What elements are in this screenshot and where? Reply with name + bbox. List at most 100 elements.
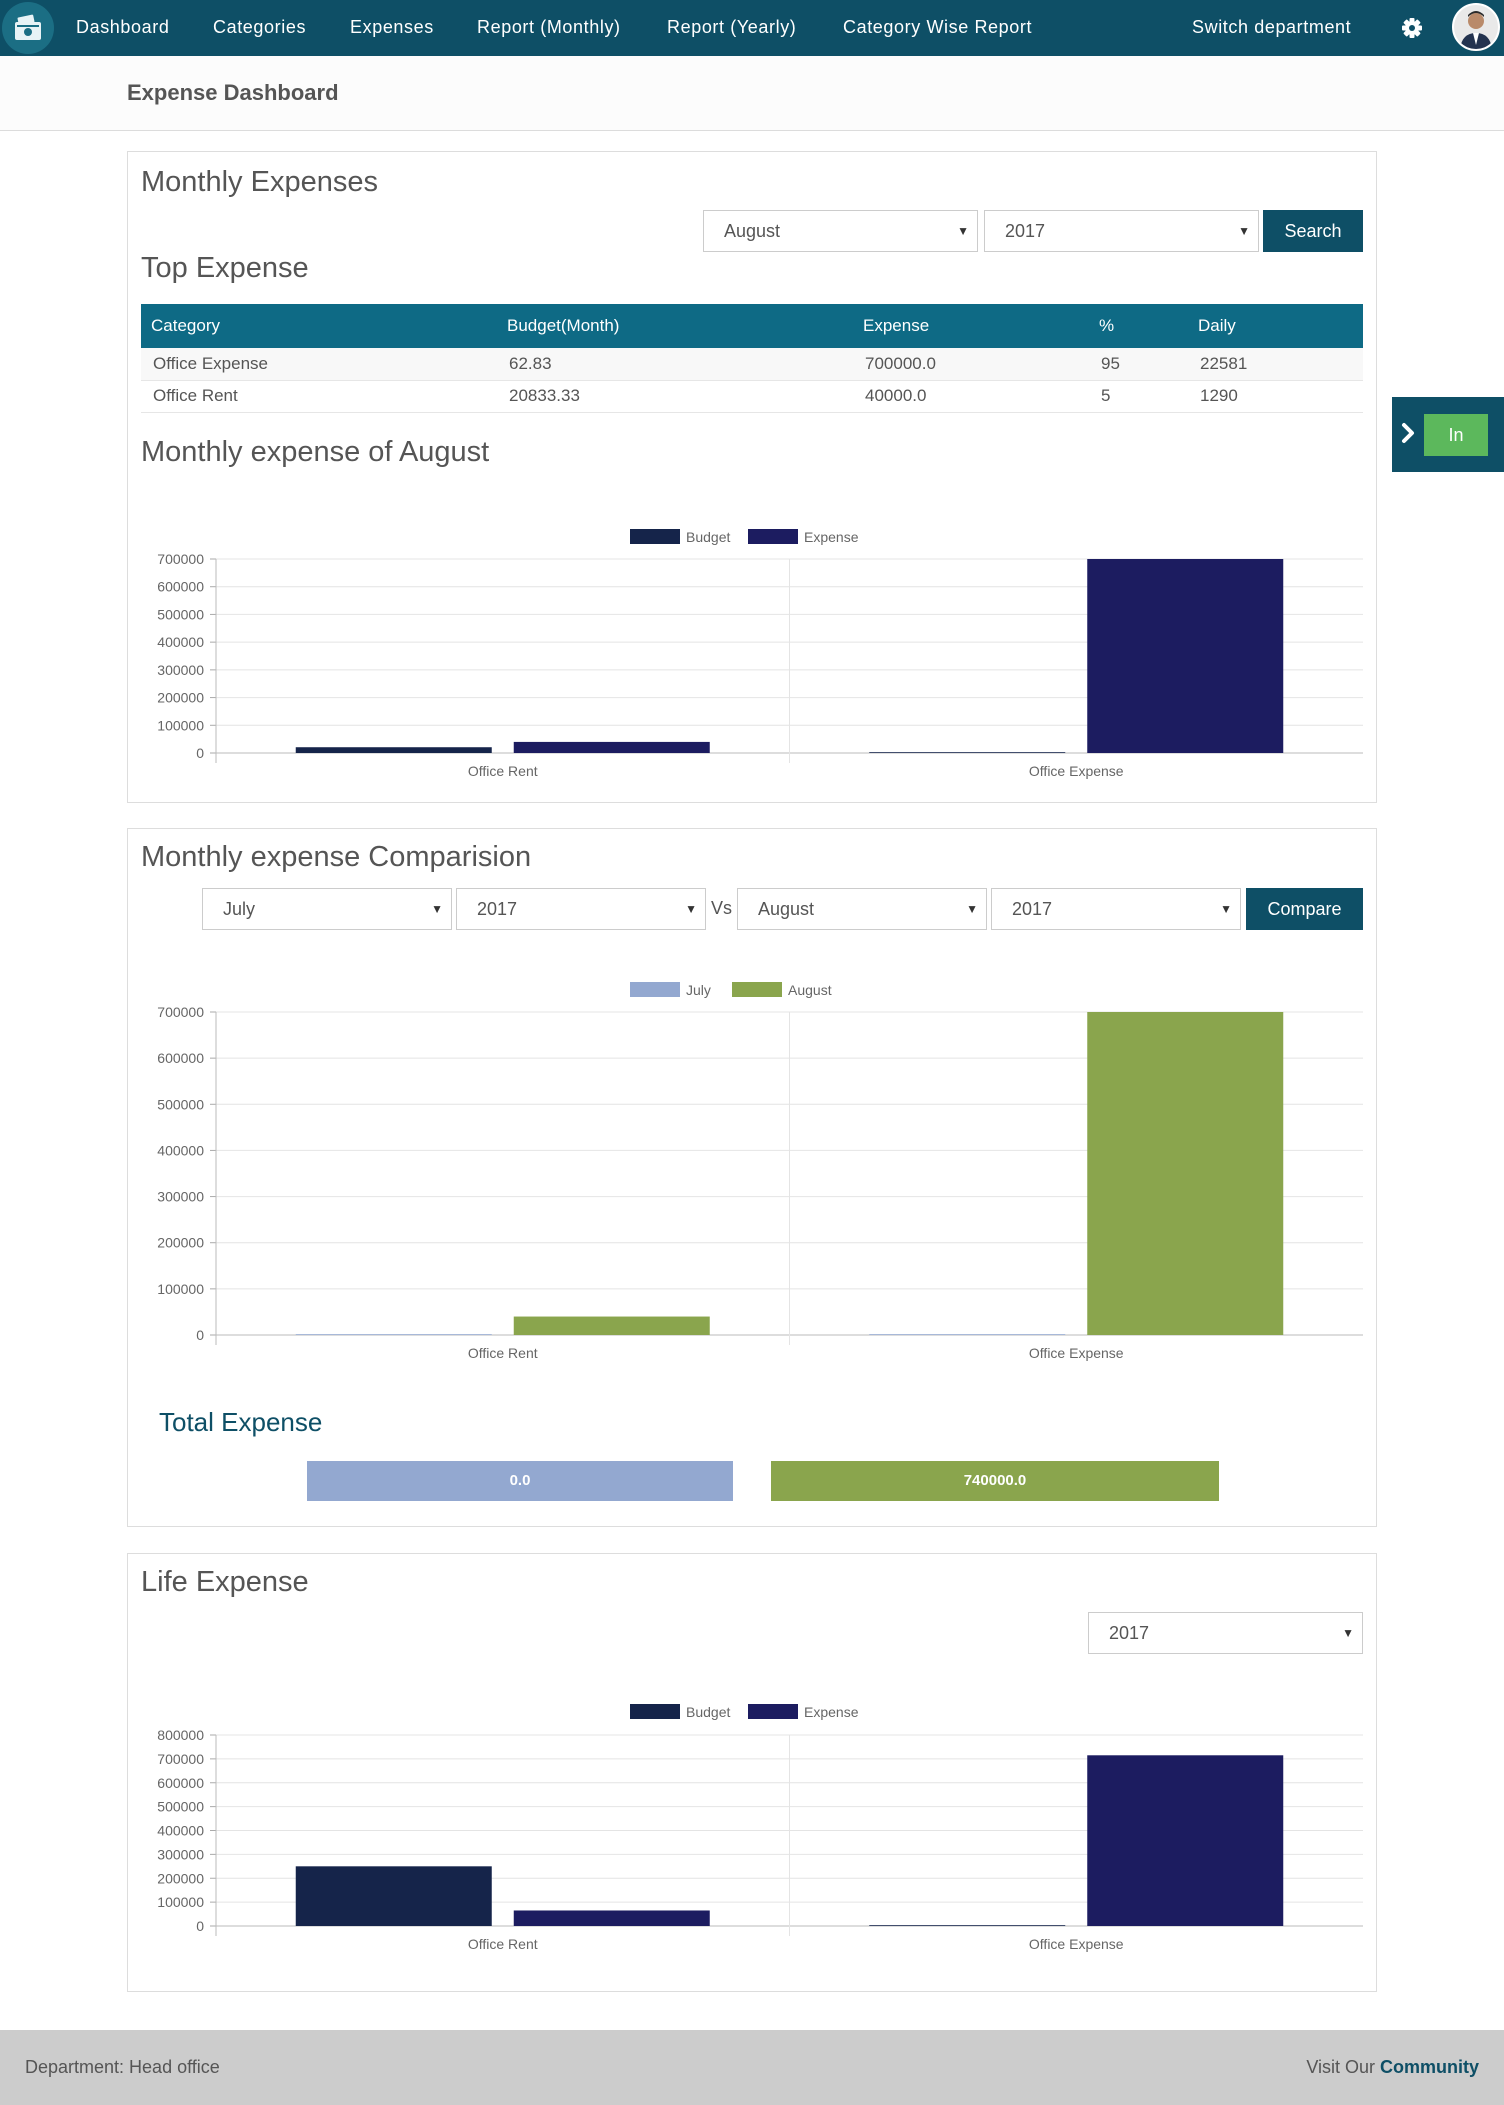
life-expense-title: Life Expense <box>141 1566 309 1598</box>
y-tick-label: 300000 <box>157 1846 204 1862</box>
y-tick-label: 600000 <box>157 1050 204 1066</box>
nav-dashboard[interactable]: Dashboard <box>76 0 169 56</box>
total-expense-title: Total Expense <box>159 1407 323 1437</box>
chart-bar <box>1087 559 1284 753</box>
table-header-row: Category Budget(Month) Expense % Daily <box>141 304 1363 348</box>
month-select-value: August <box>724 221 781 241</box>
table-cell: Office Expense <box>141 348 497 381</box>
comparison-panel: Monthly expense Comparision July ▼ 2017 … <box>127 828 1377 1527</box>
life-expense-chart: Budget Expense 0 100000 200000 300000 400000 50… <box>157 1704 1363 1952</box>
year-select-value: 2017 <box>1005 221 1046 241</box>
chart-bar <box>869 1925 1066 1926</box>
vs-label: Vs <box>711 898 733 918</box>
community-link[interactable]: Community <box>1380 2057 1479 2077</box>
compare-button[interactable]: Compare <box>1246 888 1363 930</box>
life-expense-panel: Life Expense 2017 ▼ Budget Expense 0 100000… <box>127 1553 1377 1992</box>
caret-down-icon: ▼ <box>966 902 978 916</box>
search-button[interactable]: Search <box>1263 210 1363 252</box>
legend-swatch <box>630 982 680 997</box>
table-cell: 700000.0 <box>853 348 1089 381</box>
top-expense-title: Top Expense <box>141 252 309 284</box>
chart-bar <box>1087 1755 1284 1926</box>
column-header: Expense <box>853 304 1089 348</box>
compare-month2-select[interactable]: August ▼ <box>737 888 987 930</box>
caret-down-icon: ▼ <box>1342 1626 1354 1640</box>
chart-bar <box>869 1334 1066 1335</box>
chart-bar <box>513 1910 710 1926</box>
monthly-expenses-title: Monthly Expenses <box>141 166 378 198</box>
y-tick-label: 200000 <box>157 1870 204 1886</box>
y-tick-label: 800000 <box>157 1727 204 1743</box>
y-tick-label: 400000 <box>157 1823 204 1839</box>
y-tick-label: 500000 <box>157 1799 204 1815</box>
chart-bar <box>513 1316 710 1335</box>
compare-year2-select[interactable]: 2017 ▼ <box>991 888 1241 930</box>
y-tick-label: 100000 <box>157 1281 204 1297</box>
table-cell: 22581 <box>1188 348 1363 381</box>
y-tick-label: 700000 <box>157 1751 204 1767</box>
y-tick-label: 600000 <box>157 1775 204 1791</box>
comparison-title: Monthly expense Comparision <box>141 841 532 873</box>
legend-label: July <box>686 982 711 998</box>
nav-expenses[interactable]: Expenses <box>350 0 434 56</box>
legend-label: August <box>788 982 832 998</box>
department-label: Department: Head office <box>25 2057 220 2077</box>
y-tick-label: 400000 <box>157 1142 204 1158</box>
nav-category-wise-report[interactable]: Category Wise Report <box>843 0 1032 56</box>
footer: Department: Head office Visit Our Commun… <box>0 2030 1504 2105</box>
page-title: Expense Dashboard <box>127 80 339 105</box>
column-header: Budget(Month) <box>497 304 853 348</box>
y-tick-label: 200000 <box>157 690 204 706</box>
compare-month2-value: August <box>758 899 815 919</box>
y-tick-label: 0 <box>196 1327 204 1343</box>
y-tick-label: 0 <box>196 745 204 761</box>
x-tick-label: Office Rent <box>468 763 538 779</box>
total-august-bar: 740000.0 <box>771 1461 1219 1501</box>
comparison-chart: July August 0 100000 200000 300000 400000 50000… <box>157 982 1363 1361</box>
x-tick-label: Office Expense <box>1029 763 1124 779</box>
x-tick-label: Office Expense <box>1029 1936 1124 1952</box>
legend-label: Budget <box>686 529 730 545</box>
y-tick-label: 600000 <box>157 579 204 595</box>
chart-bar <box>513 741 710 753</box>
top-navbar: Dashboard Categories Expenses Report (Mo… <box>0 0 1504 56</box>
caret-down-icon: ▼ <box>685 902 697 916</box>
table-cell: 20833.33 <box>497 380 853 413</box>
wallet-icon[interactable] <box>2 2 54 54</box>
chart-bar <box>295 1866 492 1926</box>
avatar[interactable] <box>1452 3 1500 51</box>
legend-swatch <box>630 1704 680 1719</box>
x-tick-label: Office Expense <box>1029 1345 1124 1361</box>
table-row: Office Rent 20833.33 40000.0 5 1290 <box>141 380 1363 413</box>
year-select[interactable]: 2017 ▼ <box>984 210 1259 252</box>
top-expense-table: Category Budget(Month) Expense % Daily O… <box>141 304 1363 413</box>
total-july-bar: 0.0 <box>307 1461 733 1501</box>
subheader: Expense Dashboard <box>0 56 1504 131</box>
y-tick-label: 500000 <box>157 1096 204 1112</box>
x-tick-label: Office Rent <box>468 1345 538 1361</box>
y-tick-label: 100000 <box>157 717 204 733</box>
nav-report-monthly[interactable]: Report (Monthly) <box>477 0 621 56</box>
chart-bar <box>1087 1012 1284 1335</box>
gear-icon[interactable] <box>1398 14 1426 42</box>
y-tick-label: 0 <box>196 1918 204 1934</box>
nav-categories[interactable]: Categories <box>213 0 306 56</box>
caret-down-icon: ▼ <box>957 224 969 238</box>
table-cell: 1290 <box>1188 380 1363 413</box>
compare-year1-select[interactable]: 2017 ▼ <box>456 888 706 930</box>
switch-department-link[interactable]: Switch department <box>1192 0 1351 56</box>
caret-down-icon: ▼ <box>431 902 443 916</box>
in-button[interactable]: In <box>1424 414 1488 456</box>
table-cell: Office Rent <box>141 380 497 413</box>
legend-swatch <box>748 529 798 544</box>
compare-month1-select[interactable]: July ▼ <box>202 888 452 930</box>
table-cell: 5 <box>1089 380 1188 413</box>
y-tick-label: 200000 <box>157 1235 204 1251</box>
nav-report-yearly[interactable]: Report (Yearly) <box>667 0 796 56</box>
life-year-select[interactable]: 2017 ▼ <box>1088 1612 1363 1654</box>
month-select[interactable]: August ▼ <box>703 210 978 252</box>
table-cell: 40000.0 <box>853 380 1089 413</box>
chevron-right-icon[interactable] <box>1396 415 1424 451</box>
y-tick-label: 700000 <box>157 551 204 567</box>
table-cell: 95 <box>1089 348 1188 381</box>
